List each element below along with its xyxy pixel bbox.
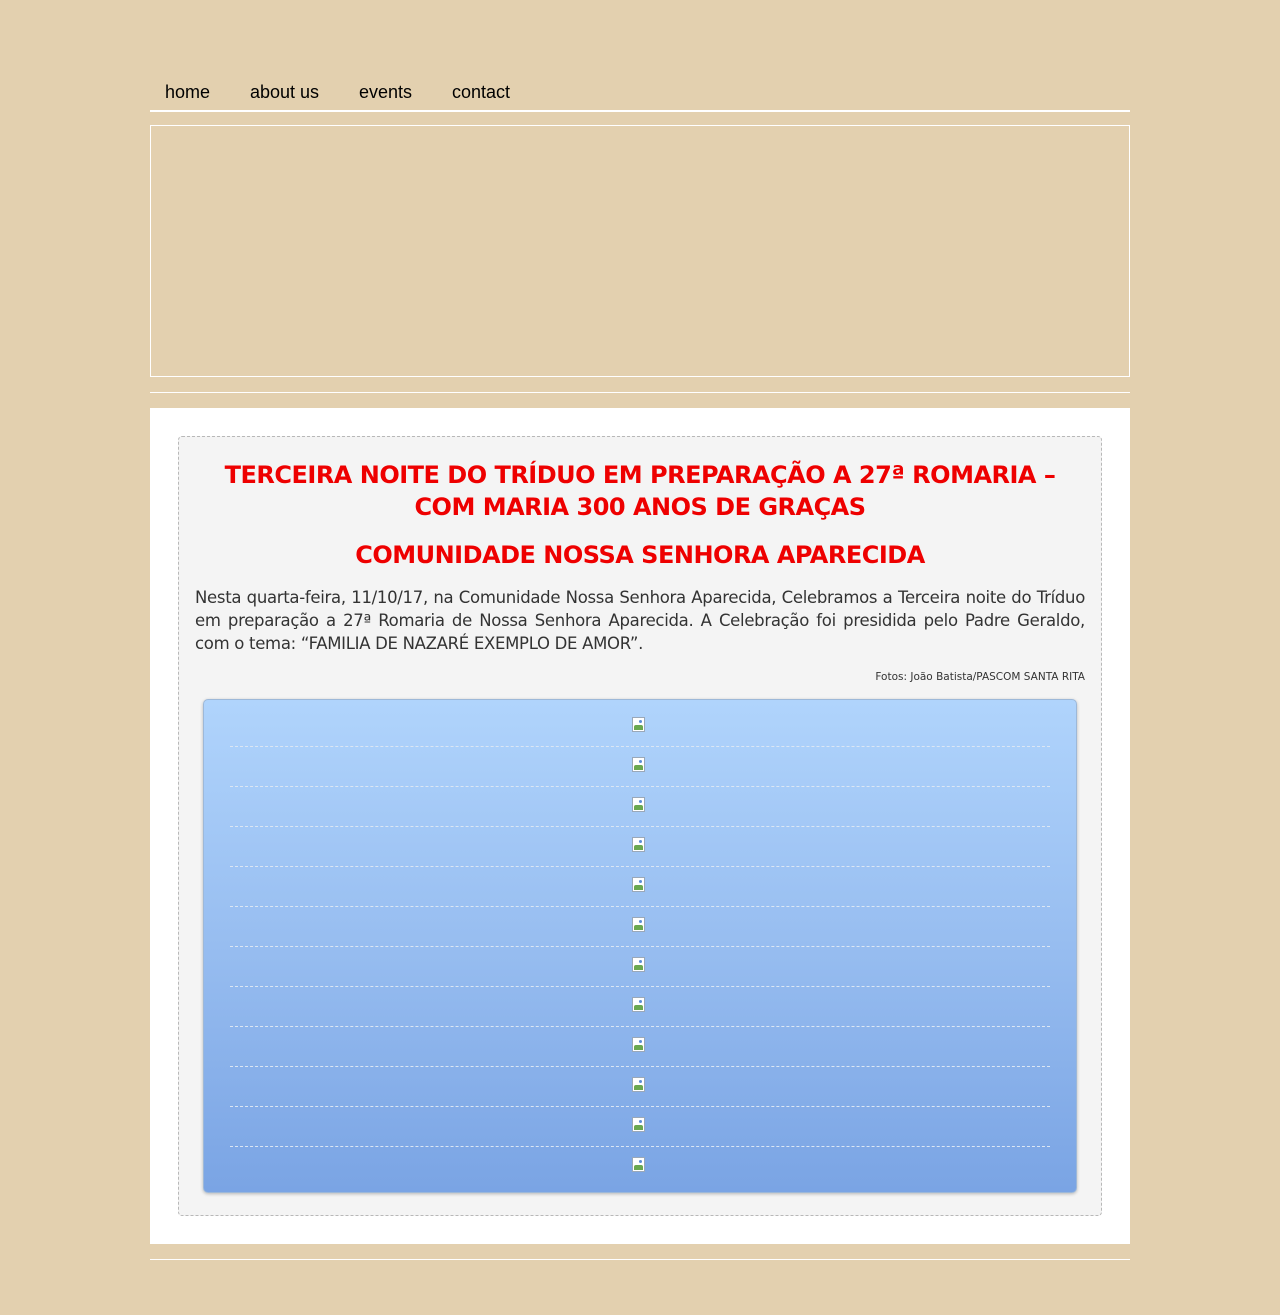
broken-image-icon[interactable] <box>632 1037 645 1052</box>
broken-image-icon[interactable] <box>632 797 645 812</box>
gallery-photo-row <box>230 786 1050 827</box>
gallery-photo-row <box>230 826 1050 867</box>
content-area: TERCEIRA NOITE DO TRÍDUO EM PREPARAÇÃO A… <box>150 408 1130 1244</box>
gallery-photo-row <box>230 1106 1050 1147</box>
header-banner <box>150 125 1130 377</box>
broken-image-icon[interactable] <box>632 877 645 892</box>
nav-home[interactable]: home <box>165 82 210 103</box>
gallery-photo-row <box>230 866 1050 907</box>
broken-image-icon[interactable] <box>632 1117 645 1132</box>
main-nav: home about us events contact <box>150 80 1130 112</box>
gallery-photo-row <box>230 906 1050 947</box>
broken-image-icon[interactable] <box>632 837 645 852</box>
gallery-photo-row <box>230 986 1050 1027</box>
post-title: TERCEIRA NOITE DO TRÍDUO EM PREPARAÇÃO A… <box>224 461 1056 521</box>
nav-events[interactable]: events <box>359 82 412 103</box>
nav-contact[interactable]: contact <box>452 82 510 103</box>
broken-image-icon[interactable] <box>632 717 645 732</box>
divider-top <box>150 392 1130 393</box>
photo-gallery <box>203 699 1077 1193</box>
broken-image-icon[interactable] <box>632 1077 645 1092</box>
post-card: TERCEIRA NOITE DO TRÍDUO EM PREPARAÇÃO A… <box>178 436 1102 1216</box>
gallery-photo-row <box>230 1026 1050 1067</box>
gallery-photo-row <box>230 946 1050 987</box>
gallery-photo-row <box>230 1146 1050 1187</box>
broken-image-icon[interactable] <box>632 997 645 1012</box>
broken-image-icon[interactable] <box>632 1157 645 1172</box>
photo-credit: Fotos: João Batista/PASCOM SANTA RITA <box>875 671 1085 683</box>
broken-image-icon[interactable] <box>632 957 645 972</box>
nav-about-us[interactable]: about us <box>250 82 319 103</box>
broken-image-icon[interactable] <box>632 917 645 932</box>
divider-bottom <box>150 1259 1130 1260</box>
post-body: Nesta quarta-feira, 11/10/17, na Comunid… <box>195 588 1085 653</box>
gallery-photo-row <box>230 746 1050 787</box>
gallery-photo-row <box>230 706 1050 746</box>
gallery-photo-row <box>230 1066 1050 1107</box>
post-subtitle: COMUNIDADE NOSSA SENHORA APARECIDA <box>355 541 925 569</box>
broken-image-icon[interactable] <box>632 757 645 772</box>
